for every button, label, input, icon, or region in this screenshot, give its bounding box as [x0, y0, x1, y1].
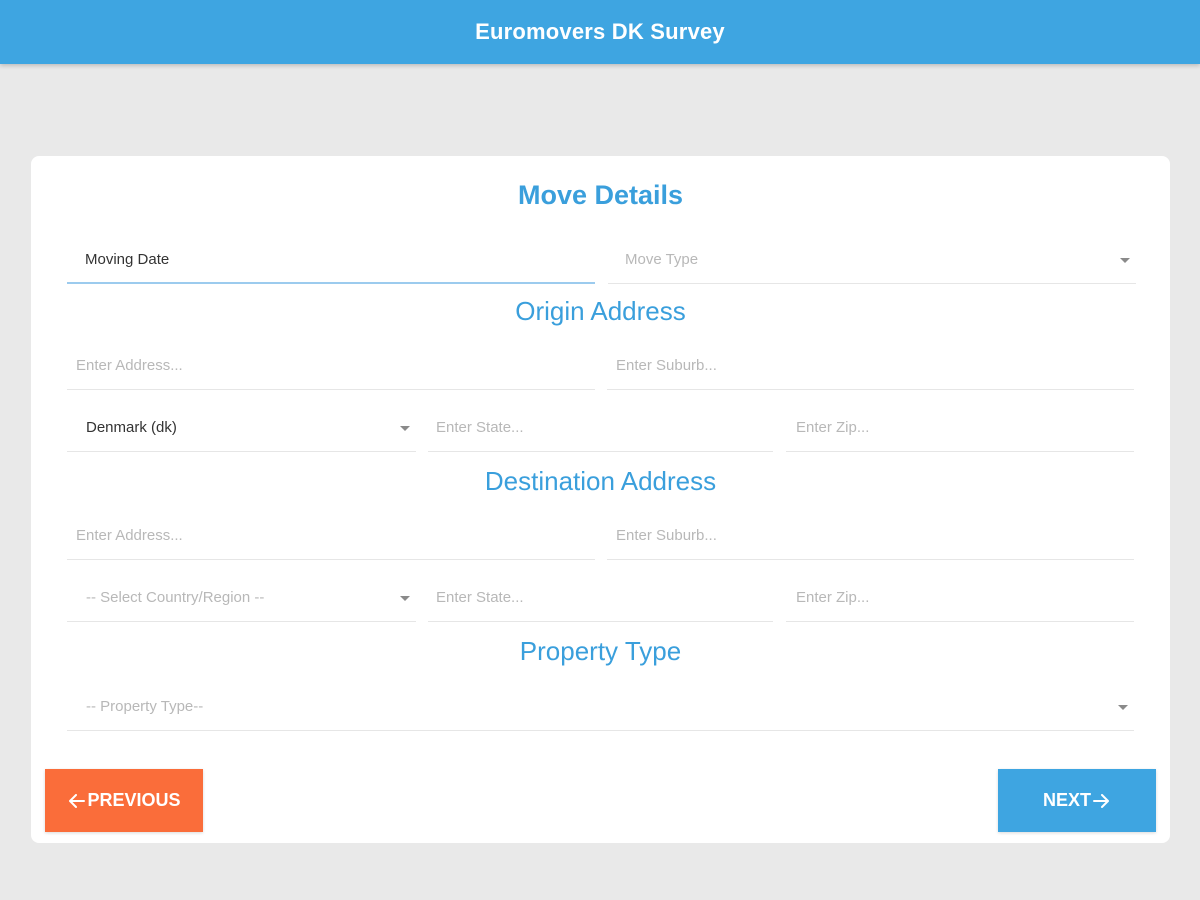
- survey-card: Move Details Moving Date Move Type Origi…: [31, 156, 1170, 843]
- origin-address-input[interactable]: Enter Address...: [67, 342, 595, 390]
- previous-label: PREVIOUS: [87, 790, 181, 810]
- property-type-placeholder: -- Property Type--: [86, 698, 204, 715]
- arrow-left-icon: [69, 793, 86, 808]
- origin-country-select[interactable]: Denmark (dk): [67, 404, 416, 452]
- destination-address-input[interactable]: Enter Address...: [67, 512, 595, 560]
- origin-zip-input[interactable]: Enter Zip...: [786, 404, 1134, 452]
- previous-button[interactable]: PREVIOUS: [45, 769, 203, 832]
- move-details-title: Move Details: [517, 180, 684, 210]
- chevron-down-icon: [400, 425, 410, 431]
- property-type-select[interactable]: -- Property Type--: [67, 683, 1134, 731]
- origin-address-title: Origin Address: [515, 296, 686, 326]
- app-title: Euromovers DK Survey: [475, 19, 725, 44]
- destination-country-select[interactable]: -- Select Country/Region --: [67, 574, 416, 622]
- destination-address-title: Destination Address: [484, 466, 717, 496]
- app-header: Euromovers DK Survey: [0, 0, 1200, 64]
- chevron-down-icon: [400, 595, 410, 601]
- origin-state-input[interactable]: Enter State...: [428, 404, 773, 452]
- origin-address-placeholder: Enter Address...: [76, 357, 183, 374]
- destination-zip-input[interactable]: Enter Zip...: [786, 574, 1134, 622]
- origin-suburb-input[interactable]: Enter Suburb...: [607, 342, 1134, 390]
- origin-zip-placeholder: Enter Zip...: [796, 419, 870, 436]
- moving-date-field[interactable]: Moving Date: [67, 236, 595, 284]
- next-button[interactable]: NEXT: [998, 769, 1156, 832]
- origin-state-placeholder: Enter State...: [436, 419, 524, 436]
- chevron-down-icon: [1120, 257, 1130, 263]
- destination-suburb-placeholder: Enter Suburb...: [616, 527, 717, 544]
- destination-country-placeholder: -- Select Country/Region --: [86, 589, 265, 606]
- chevron-down-icon: [1118, 704, 1128, 710]
- property-type-title: Property Type: [519, 636, 682, 666]
- arrow-right-icon: [1093, 793, 1109, 808]
- next-label: NEXT: [1042, 790, 1091, 810]
- origin-suburb-placeholder: Enter Suburb...: [616, 357, 717, 374]
- destination-address-placeholder: Enter Address...: [76, 527, 183, 544]
- destination-state-placeholder: Enter State...: [436, 589, 524, 606]
- destination-state-input[interactable]: Enter State...: [428, 574, 773, 622]
- move-type-placeholder: Move Type: [625, 251, 699, 268]
- origin-country-value: Denmark (dk): [86, 419, 177, 436]
- moving-date-value: Moving Date: [85, 250, 170, 268]
- destination-zip-placeholder: Enter Zip...: [796, 589, 870, 606]
- move-type-select[interactable]: Move Type: [608, 236, 1136, 284]
- destination-suburb-input[interactable]: Enter Suburb...: [607, 512, 1134, 560]
